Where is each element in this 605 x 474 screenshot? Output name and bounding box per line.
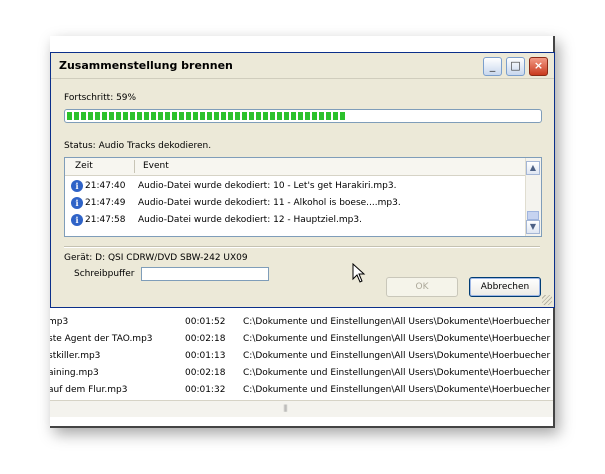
arrow-cursor-icon	[352, 263, 366, 283]
table-row[interactable]: aining.mp3 00:02:18 C:\Dokumente und Ein…	[50, 365, 553, 382]
table-row[interactable]: mp3 00:01:52 C:\Dokumente und Einstellun…	[50, 314, 553, 331]
progress-bar	[64, 109, 542, 123]
info-icon: i	[71, 179, 83, 192]
horizontal-scrollbar[interactable]: |||	[50, 400, 553, 417]
close-icon: ×	[533, 59, 544, 72]
list-item[interactable]: i 21:47:58 Audio-Datei wurde dekodiert: 12…	[71, 212, 362, 228]
resize-grip-icon[interactable]	[542, 295, 552, 305]
table-row[interactable]: stkiller.mp3 00:01:13 C:\Dokumente und E…	[50, 348, 553, 365]
maximize-button[interactable]: □	[506, 57, 525, 76]
event-log-header: Zeit Event	[65, 158, 527, 176]
scroll-thumb[interactable]	[527, 211, 539, 220]
write-buffer-bar	[141, 267, 269, 281]
column-header-time[interactable]: Zeit	[75, 161, 93, 171]
file-list[interactable]: mp3 00:01:52 C:\Dokumente und Einstellun…	[50, 314, 553, 406]
scroll-down-icon[interactable]: ▼	[526, 220, 540, 234]
column-header-event[interactable]: Event	[143, 161, 169, 171]
buffer-label: Schreibpuffer	[74, 269, 135, 279]
list-item[interactable]: i 21:47:40 Audio-Datei wurde dekodiert: 10…	[71, 178, 396, 194]
event-log-scrollbar[interactable]: ▲ ▼	[525, 158, 541, 236]
minimize-button[interactable]: _	[483, 57, 502, 76]
progress-fill	[67, 112, 346, 120]
info-icon: i	[71, 213, 83, 226]
progress-label: Fortschritt: 59%	[64, 93, 137, 103]
dialog-title: Zusammenstellung brennen	[59, 59, 233, 72]
burn-dialog: Zusammenstellung brennen _ □ × Fortschri…	[50, 52, 555, 308]
list-item[interactable]: i 21:47:49 Audio-Datei wurde dekodiert: 11…	[71, 195, 401, 211]
event-log[interactable]: Zeit Event i 21:47:40 Audio-Datei wurde de…	[64, 157, 542, 237]
table-row[interactable]: ste Agent der TAO.mp3 00:02:18 C:\Dokume…	[50, 331, 553, 348]
device-label: Gerät: D: QSI CDRW/DVD SBW-242 UX09	[64, 253, 248, 263]
info-icon: i	[71, 196, 83, 209]
maximize-icon: □	[510, 59, 521, 72]
title-bar[interactable]: Zusammenstellung brennen _ □ ×	[51, 53, 554, 79]
divider	[64, 246, 540, 248]
scroll-up-icon[interactable]: ▲	[526, 161, 540, 175]
cancel-button[interactable]: Abbrechen	[469, 277, 541, 297]
scroll-grip-icon[interactable]: |||	[278, 404, 292, 413]
table-row[interactable]: auf dem Flur.mp3 00:01:32 C:\Dokumente u…	[50, 382, 553, 399]
close-button[interactable]: ×	[529, 57, 548, 76]
status-label: Status: Audio Tracks dekodieren.	[64, 141, 212, 151]
ok-button[interactable]: OK	[386, 277, 458, 297]
minimize-icon: _	[489, 59, 496, 72]
